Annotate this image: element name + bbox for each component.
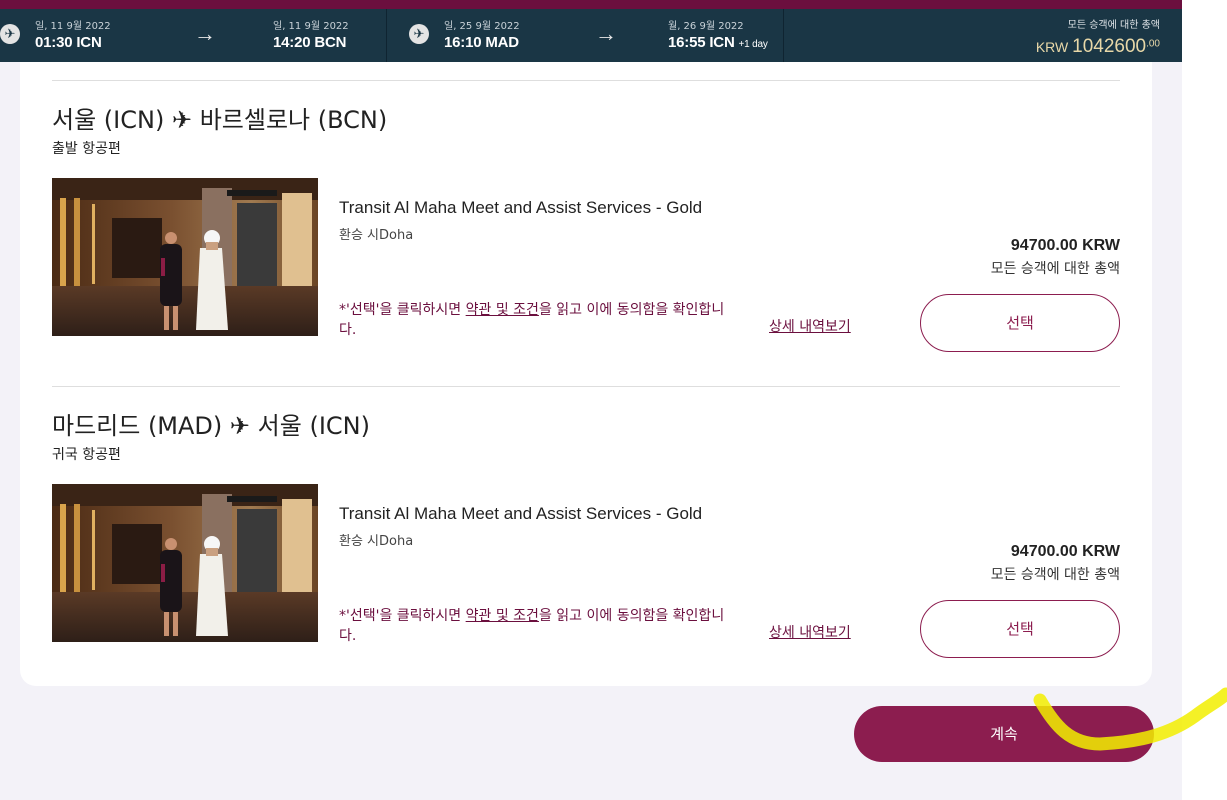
top-accent-strip [0, 0, 1182, 9]
terms-prefix: *'선택'을 클릭하시면 [339, 302, 466, 318]
total-currency: KRW [1035, 39, 1069, 55]
inbound-arr-time: 16:55 [668, 34, 706, 51]
airplane-icon: ✈ [171, 106, 193, 134]
leg-divider [783, 9, 784, 62]
outbound-arr-code: BCN [314, 34, 347, 51]
inbound-arrival: 월, 26 9월 2022 16:55 ICN +1 day [668, 21, 768, 55]
outbound-dep-code: ICN [76, 34, 102, 51]
service-name: Transit Al Maha Meet and Assist Services… [339, 198, 703, 217]
outbound-departure: 일, 11 9월 2022 01:30 ICN [35, 21, 111, 53]
service-price: 94700.00 KRW [1010, 237, 1120, 254]
view-details-link[interactable]: 상세 내역보기 [769, 622, 851, 642]
route-title: 서울 (ICN) ✈ 바르셀로나 (BCN) [52, 100, 387, 135]
inbound-arr-code: ICN [709, 34, 735, 51]
outbound-arrival: 일, 11 9월 2022 14:20 BCN [273, 21, 349, 53]
terms-notice: *'선택'을 클릭하시면 약관 및 조건을 읽고 이에 동의함을 확인합니다. [339, 300, 739, 340]
plane-return-icon: ✈ [409, 24, 429, 44]
inbound-dep-date: 일, 25 9월 2022 [444, 21, 520, 32]
right-margin [1182, 0, 1227, 800]
inbound-leg-summary[interactable]: ✈ 일, 25 9월 2022 16:10 MAD → 월, 26 9월 202… [387, 9, 783, 62]
airplane-icon: ✈ [229, 412, 251, 440]
view-details-link[interactable]: 상세 내역보기 [769, 316, 851, 336]
service-section-return: 마드리드 (MAD) ✈ 서울 (ICN) 귀국 항공편 Transit Al … [52, 406, 1120, 696]
total-label: 모든 승객에 대한 총액 [1067, 20, 1160, 31]
service-location: 환승 시Doha [339, 228, 414, 243]
route-title: 마드리드 (MAD) ✈ 서울 (ICN) [52, 406, 370, 441]
route-origin: 마드리드 (MAD) [52, 412, 223, 440]
outbound-dep-date: 일, 11 9월 2022 [35, 21, 111, 32]
select-button[interactable]: 선택 [920, 294, 1120, 352]
inbound-arr-date: 월, 26 9월 2022 [668, 21, 744, 32]
service-price-block: 94700.00 KRW 모든 승객에 대한 총액 [991, 237, 1120, 278]
outbound-leg-summary[interactable]: ✈ 일, 11 9월 2022 01:30 ICN → 일, 11 9월 202… [0, 9, 386, 62]
terms-link[interactable]: 약관 및 조건 [466, 302, 539, 318]
arrow-right-icon: → [194, 21, 216, 46]
total-decimals: .00 [1146, 38, 1160, 50]
arrow-right-icon: → [595, 21, 617, 46]
total-amount: KRW 1042600.00 [1036, 36, 1160, 58]
inbound-dep-code: MAD [485, 34, 519, 51]
route-origin: 서울 (ICN) [52, 106, 165, 134]
outbound-dep-time: 01:30 [35, 34, 73, 51]
route-destination: 바르셀로나 (BCN) [199, 106, 388, 134]
plane-depart-icon: ✈ [0, 24, 20, 44]
outbound-arr-time: 14:20 [273, 34, 311, 51]
route-subtitle: 귀국 항공편 [52, 447, 121, 463]
service-name: Transit Al Maha Meet and Assist Services… [339, 504, 703, 523]
service-price-label: 모든 승객에 대한 총액 [990, 261, 1120, 277]
total-number: 1042600 [1072, 36, 1147, 57]
service-section-outbound: 서울 (ICN) ✈ 바르셀로나 (BCN) 출발 항공편 Transit Al… [52, 100, 1120, 390]
service-location: 환승 시Doha [339, 534, 414, 549]
terms-notice: *'선택'을 클릭하시면 약관 및 조건을 읽고 이에 동의함을 확인합니다. [339, 606, 739, 646]
divider [52, 386, 1120, 387]
inbound-dep-time: 16:10 [444, 34, 482, 51]
terms-link[interactable]: 약관 및 조건 [466, 608, 539, 624]
divider [52, 80, 1120, 81]
continue-button[interactable]: 계속 [854, 706, 1154, 762]
flight-summary-bar: ✈ 일, 11 9월 2022 01:30 ICN → 일, 11 9월 202… [0, 9, 1182, 62]
route-subtitle: 출발 항공편 [52, 141, 121, 157]
service-photo [52, 178, 318, 336]
service-price: 94700.00 KRW [1010, 543, 1120, 560]
services-card: 서울 (ICN) ✈ 바르셀로나 (BCN) 출발 항공편 Transit Al… [20, 62, 1152, 686]
service-price-block: 94700.00 KRW 모든 승객에 대한 총액 [991, 543, 1120, 584]
service-price-label: 모든 승객에 대한 총액 [990, 567, 1120, 583]
inbound-departure: 일, 25 9월 2022 16:10 MAD [444, 21, 520, 53]
terms-prefix: *'선택'을 클릭하시면 [339, 608, 466, 624]
select-button[interactable]: 선택 [920, 600, 1120, 658]
route-destination: 서울 (ICN) [257, 412, 370, 440]
total-price-block: 모든 승객에 대한 총액 KRW 1042600.00 [1036, 16, 1160, 58]
outbound-arr-date: 일, 11 9월 2022 [273, 21, 349, 32]
service-photo [52, 484, 318, 642]
day-offset: +1 day [738, 39, 768, 50]
